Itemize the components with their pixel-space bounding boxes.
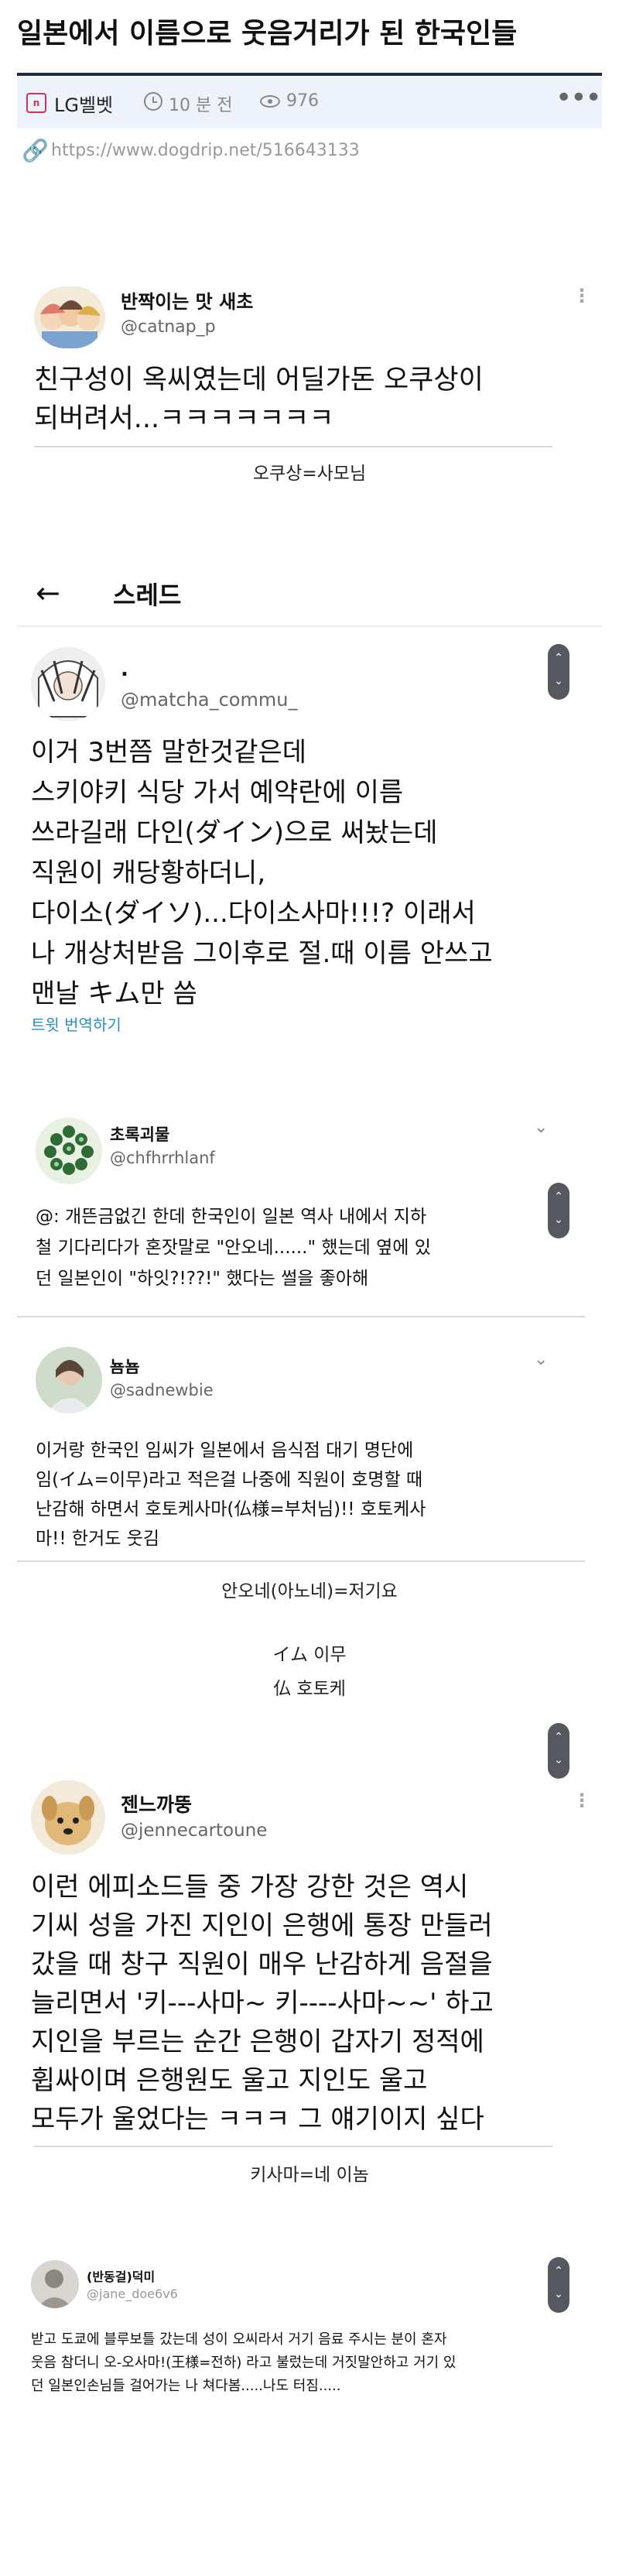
caption: イム 이무	[272, 1645, 347, 1665]
tweet-text-line: 지인을 부르는 순간 은행이 갑자기 정적에	[31, 2026, 484, 2057]
avatar[interactable]	[31, 647, 105, 721]
tweet-text-line: 다이소(ダイソ)...다이소사마!!!? 이래서	[31, 898, 476, 929]
tweet-author-name[interactable]: 뇸뇸	[110, 1355, 140, 1378]
avatar[interactable]	[36, 1118, 102, 1184]
tweet-text-line: 되버려서...ㅋㅋㅋㅋㅋㅋㅋ	[34, 403, 334, 434]
tweet-text-line: 이거 3번쯤 말한것같은데	[31, 737, 307, 768]
divider	[17, 625, 602, 627]
tweet-text-line: 임(イム=이무)라고 적은걸 나중에 직원이 호명할 때	[36, 1470, 423, 1490]
tweet-author-handle[interactable]: @jennecartoune	[121, 1821, 267, 1841]
link-icon: 🔗	[22, 138, 49, 163]
tweet-text-line: 친구성이 옥씨였는데 어딜가돈 오쿠상이	[34, 365, 484, 396]
chevron-down-icon[interactable]: ⌄	[534, 1118, 548, 1137]
tweet-author-handle[interactable]: @matcha_commu_	[121, 689, 297, 711]
more-vertical-icon[interactable]: ⋮	[573, 1790, 591, 1811]
tweet-text-line: 직원이 캐당황하더니,	[31, 858, 266, 889]
tweet-text-line: 휩싸이며 은행원도 울고 지인도 울고	[31, 2065, 428, 2096]
tweet-card: 반짝이는 맛 새초 @catnap_p ⋮ 친구성이 옥씨였는데 어딜가돈 오쿠…	[0, 255, 619, 488]
avatar-photo	[31, 1780, 105, 1855]
tweet-text-line: 이런 에피소드들 중 가장 강한 것은 역시	[31, 1872, 469, 1903]
title-divider	[17, 73, 602, 76]
post-url-link[interactable]: https://www.dogdrip.net/516643133	[51, 141, 360, 160]
divider	[17, 1316, 585, 1317]
avatar-illustration	[31, 647, 105, 721]
divider	[34, 2146, 552, 2147]
avatar-photo	[31, 2260, 79, 2308]
more-horizontal-icon[interactable]: •••	[556, 82, 602, 114]
tweet-text-line: 쓰라길래 다인(ダイン)으로 써놨는데	[31, 817, 438, 848]
tweet-author-name[interactable]: 초록괴물	[110, 1122, 169, 1146]
avatar[interactable]	[31, 2260, 79, 2308]
tweet-text-line: 모두가 울었다는 ㅋㅋㅋ 그 얘기이지 싶다	[31, 2104, 484, 2135]
chevron-down-icon[interactable]: ⌄	[534, 1350, 548, 1369]
scroll-handle[interactable]: ⌃ ⌄	[548, 1723, 569, 1779]
scroll-handle[interactable]: ⌃ ⌄	[548, 2257, 569, 2313]
tweet-text-line: 웃음 참더니 오-오사마!(王様=전하) 라고 불렀는데 거짓말안하고 거기 있	[31, 2355, 457, 2371]
thread-title: 스레드	[113, 581, 182, 610]
tweet-text-line: 늘리면서 '키---사마~ 키----사마~~' 하고	[31, 1988, 494, 2019]
view-count: 976	[286, 91, 319, 111]
caption: 仏 호토케	[273, 1679, 346, 1699]
tweet-text-line: 나 개상처받음 그이후로 절.때 이름 안쓰고	[31, 938, 493, 969]
board-icon: n	[26, 93, 46, 113]
avatar-illustration	[36, 1118, 102, 1184]
scroll-handle[interactable]: ⌃ ⌄	[548, 1183, 569, 1238]
tweet-text-line: 갔을 때 창구 직원이 매우 난감하게 음절을	[31, 1949, 493, 1980]
tweet-author-handle[interactable]: @chfhrrhlanf	[110, 1149, 215, 1167]
scroll-handle[interactable]: ⌃ ⌄	[548, 644, 569, 700]
board-name-link[interactable]: LG벨벳	[54, 90, 113, 117]
post-time: 10 분 전	[169, 96, 233, 115]
caption: 안오네(아노네)=저기요	[221, 1581, 398, 1601]
tweet-author-handle[interactable]: @sadnewbie	[110, 1381, 214, 1399]
avatar[interactable]	[36, 1347, 102, 1413]
clock-icon	[144, 92, 162, 111]
caption: 오쿠상=사모님	[252, 464, 367, 484]
post-title: 일본에서 이름으로 웃음거리가 된 한국인들	[17, 18, 518, 50]
tweet-text-line: @: 개뜬금없긴 한데 한국인이 일본 역사 내에서 지하	[36, 1207, 427, 1227]
tweet-author-handle[interactable]: @catnap_p	[121, 317, 216, 337]
tweet-text-line: 던 일본인손님들 걸어가는 나 쳐다봄.....나도 터짐.....	[31, 2378, 341, 2394]
tweet-text-line: 마!! 한거도 웃김	[36, 1529, 160, 1549]
avatar-photo	[36, 1347, 102, 1413]
more-vertical-icon[interactable]: ⋮	[573, 285, 591, 307]
divider	[34, 446, 552, 447]
avatar[interactable]	[31, 1780, 105, 1855]
tweet-author-name[interactable]: 반짝이는 맛 새초	[121, 286, 253, 313]
tweet-author-name[interactable]: .	[121, 658, 128, 681]
tweet-text-line: 맨날 キム만 씀	[31, 978, 197, 1009]
tweet-text-line: 이거랑 한국인 임씨가 일본에서 음식점 대기 명단에	[36, 1440, 414, 1461]
tweet-text-line: 스키야키 식당 가서 예약란에 이름	[31, 777, 404, 808]
tweet-text-line: 철 기다리다가 혼잣말로 "안오네......" 했는데 옆에 있	[36, 1238, 431, 1258]
avatar-illustration	[40, 300, 101, 348]
tweet-author-handle[interactable]: @jane_doe6v6	[87, 2287, 178, 2301]
caption: 키사마=네 이놈	[250, 2165, 369, 2185]
translate-tweet-link[interactable]: 트윗 번역하기	[31, 1012, 121, 1035]
tweet-author-name[interactable]: (반동걸)덕미	[87, 2266, 155, 2285]
tweet-text-line: 기씨 성을 가진 지인이 은행에 통장 만들러	[31, 1910, 493, 1941]
eye-icon	[260, 95, 280, 108]
tweet-text-line: 받고 도쿄에 블루보틀 갔는데 성이 오씨라서 거기 음료 주시는 분이 혼자	[31, 2331, 447, 2348]
tweet-text-line: 던 일본인이 "하잇?!??!" 했다는 썰을 좋아해	[36, 1269, 369, 1289]
tweet-text-line: 난감해 하면서 호토케사마(仏様=부처님)!! 호토케사	[36, 1499, 426, 1519]
arrow-left-icon[interactable]: ←	[36, 576, 60, 610]
tweet-author-name[interactable]: 젠느까뚱	[121, 1790, 192, 1817]
avatar[interactable]	[34, 286, 105, 348]
divider	[17, 1560, 585, 1562]
